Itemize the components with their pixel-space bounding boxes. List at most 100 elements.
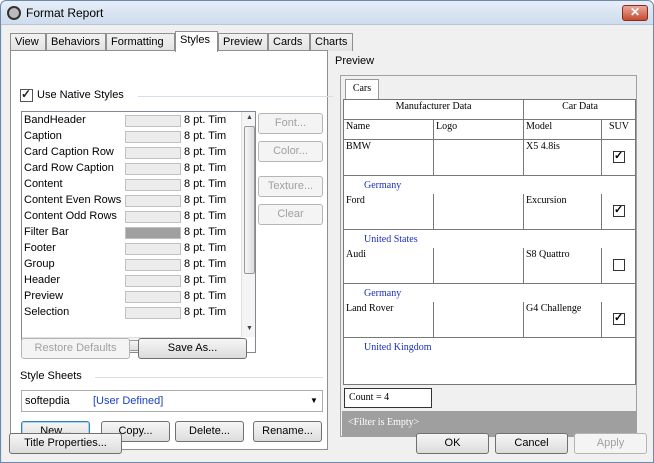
tab-styles[interactable]: Styles: [175, 31, 218, 52]
apply-button[interactable]: Apply: [574, 433, 647, 454]
save-as-button[interactable]: Save As...: [138, 338, 247, 359]
texture-button[interactable]: Texture...: [258, 176, 323, 197]
restore-defaults-button[interactable]: Restore Defaults: [21, 338, 130, 359]
style-color-swatch: [125, 291, 181, 303]
tab-cards[interactable]: Cards: [268, 33, 310, 51]
window-title: Format Report: [26, 6, 104, 20]
grid-cell-suv: ✓: [602, 302, 635, 338]
delete-button[interactable]: Delete...: [175, 421, 244, 442]
use-native-styles-checkbox[interactable]: ✓: [20, 87, 33, 102]
close-icon: ✕: [629, 5, 641, 19]
style-color-swatch: [125, 131, 181, 143]
style-name: Content: [24, 178, 63, 190]
card-tab-cars[interactable]: Cars: [345, 79, 379, 99]
grid-cell-model: S8 Quattro: [524, 248, 602, 284]
grid-cell-model: G4 Challenge: [524, 302, 602, 338]
grid-cell-logo: [434, 140, 524, 176]
style-font: 8 pt. Tim: [184, 210, 227, 222]
preview-row-country: Germany: [364, 288, 402, 299]
column-header: Logo: [434, 120, 524, 140]
tab-behaviors[interactable]: Behaviors: [46, 33, 106, 51]
style-name: Footer: [24, 242, 56, 254]
style-color-swatch: [125, 195, 181, 207]
scroll-down-icon[interactable]: ▼: [246, 325, 253, 332]
preview-grid: Manufacturer Data Car Data Name Logo Mod…: [343, 99, 636, 385]
style-sheet-dropdown[interactable]: softepdia [User Defined] ▼: [21, 390, 323, 412]
chevron-down-icon: ▼: [310, 396, 318, 405]
grid-cell-name: Audi: [344, 248, 434, 284]
suv-checkbox[interactable]: [613, 259, 625, 271]
clear-button[interactable]: Clear: [258, 204, 323, 225]
grid-cell-model: Excursion: [524, 194, 602, 230]
style-list-item[interactable]: Caption 8 pt. Tim: [22, 129, 243, 145]
style-font: 8 pt. Tim: [184, 306, 227, 318]
font-button[interactable]: Font...: [258, 113, 323, 134]
style-font: 8 pt. Tim: [184, 194, 227, 206]
report-preview: Cars Manufacturer Data Car Data Name Log…: [340, 75, 637, 437]
scroll-thumb[interactable]: [244, 126, 255, 274]
style-list-item[interactable]: Card Row Caption 8 pt. Tim: [22, 161, 243, 177]
use-native-styles-row: ✓ Use Native Styles: [20, 87, 333, 106]
checkmark-icon: ✓: [21, 87, 32, 101]
style-list-item[interactable]: Content 8 pt. Tim: [22, 177, 243, 193]
style-list-item[interactable]: Preview 8 pt. Tim: [22, 289, 243, 305]
gear-icon: [7, 6, 21, 20]
vertical-scrollbar[interactable]: ▲ ▼: [241, 112, 255, 337]
divider: [95, 377, 323, 378]
style-list-item[interactable]: Header 8 pt. Tim: [22, 273, 243, 289]
tab-view[interactable]: View: [10, 33, 46, 51]
grid-cell-model: X5 4.8is: [524, 140, 602, 176]
style-font: 8 pt. Tim: [184, 258, 227, 270]
preview-row-country: Germany: [364, 180, 402, 191]
style-list[interactable]: BandHeader 8 pt. Tim Caption 8 pt. Tim Card …: [21, 111, 256, 353]
scroll-up-icon[interactable]: ▲: [246, 114, 253, 121]
style-font: 8 pt. Tim: [184, 178, 227, 190]
band-header: Manufacturer Data: [344, 100, 524, 120]
style-list-item[interactable]: Footer 8 pt. Tim: [22, 241, 243, 257]
style-list-item[interactable]: Selection 8 pt. Tim: [22, 305, 243, 321]
dialog-client: View Behaviors Formatting Styles Preview…: [2, 25, 653, 462]
tab-formatting[interactable]: Formatting: [106, 33, 175, 51]
style-name: Filter Bar: [24, 226, 69, 238]
cancel-button[interactable]: Cancel: [495, 433, 568, 454]
suv-checkbox[interactable]: ✓: [613, 150, 625, 163]
preview-row-country: United Kingdom: [364, 342, 432, 353]
style-name: Caption: [24, 130, 62, 142]
tab-preview[interactable]: Preview: [218, 33, 268, 51]
use-native-styles-label: Use Native Styles: [37, 89, 124, 101]
style-sheet-name: softepdia: [25, 395, 70, 407]
style-color-swatch: [125, 211, 181, 223]
preview-label: Preview: [335, 55, 375, 67]
style-color-swatch: [125, 163, 181, 175]
rename-button[interactable]: Rename...: [253, 421, 322, 442]
color-button[interactable]: Color...: [258, 141, 323, 162]
style-name: Header: [24, 274, 61, 286]
style-color-swatch: [125, 227, 181, 239]
style-list-item[interactable]: Group 8 pt. Tim: [22, 257, 243, 273]
style-name: Card Caption Row: [24, 146, 114, 158]
style-list-item[interactable]: Card Caption Row 8 pt. Tim: [22, 145, 243, 161]
style-color-swatch: [125, 115, 181, 127]
style-list-item[interactable]: Content Even Rows 8 pt. Tim: [22, 193, 243, 209]
grid-cell-logo: [434, 248, 524, 284]
format-report-window: Format Report ✕ View Behaviors Formattin…: [0, 0, 654, 463]
tab-charts[interactable]: Charts: [310, 33, 353, 51]
checkmark-icon: ✓: [614, 204, 624, 216]
suv-checkbox[interactable]: ✓: [613, 204, 625, 217]
column-header: Name: [344, 120, 434, 140]
style-list-item[interactable]: BandHeader 8 pt. Tim: [22, 113, 243, 129]
grid-cell-suv: ✓: [602, 140, 635, 176]
style-font: 8 pt. Tim: [184, 130, 227, 142]
style-color-swatch: [125, 243, 181, 255]
title-properties-button[interactable]: Title Properties...: [9, 433, 122, 454]
style-list-item[interactable]: Filter Bar 8 pt. Tim: [22, 225, 243, 241]
ok-button[interactable]: OK: [416, 433, 489, 454]
grid-cell-name: Land Rover: [344, 302, 434, 338]
checkmark-icon: ✓: [614, 312, 624, 324]
column-header: SUV: [602, 120, 635, 140]
close-button[interactable]: ✕: [622, 5, 648, 21]
style-list-item[interactable]: Content Odd Rows 8 pt. Tim: [22, 209, 243, 225]
style-color-swatch: [125, 179, 181, 191]
style-color-swatch: [125, 307, 181, 319]
suv-checkbox[interactable]: ✓: [613, 312, 625, 325]
